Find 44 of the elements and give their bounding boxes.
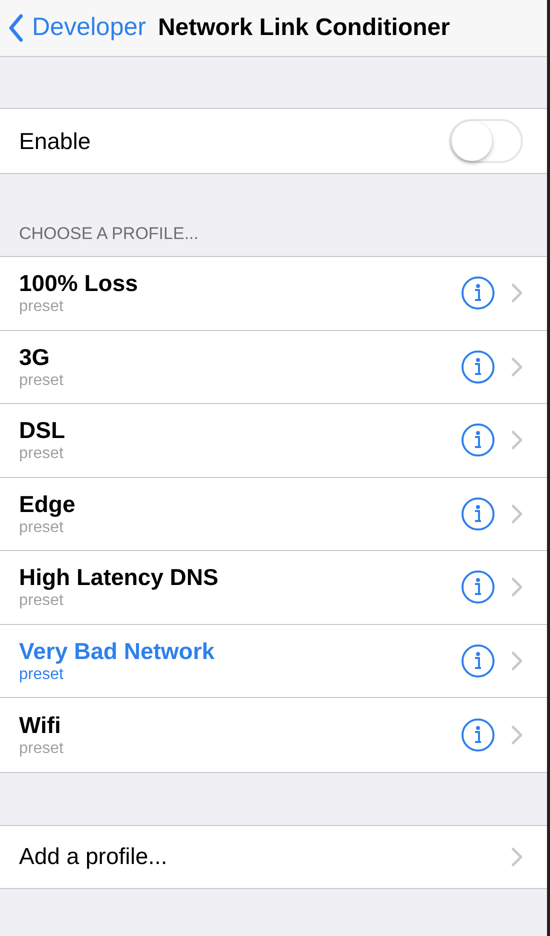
profile-row[interactable]: Edge preset <box>0 478 547 551</box>
info-icon[interactable] <box>461 718 495 752</box>
profile-subtitle: preset <box>19 444 64 464</box>
chevron-icon <box>511 650 523 671</box>
profile-subtitle: preset <box>19 664 64 685</box>
profile-subtitle: preset <box>19 738 64 759</box>
chevron-icon <box>511 430 523 450</box>
profile-subtitle: preset <box>19 297 64 318</box>
enable-label: Enable <box>19 126 91 156</box>
back-chevron-icon <box>8 14 24 42</box>
chevron-icon <box>511 504 523 524</box>
info-icon[interactable] <box>461 644 495 678</box>
info-icon[interactable] <box>461 496 495 531</box>
profile-name: 3G <box>19 342 51 371</box>
back-button[interactable]: Developer <box>8 9 146 47</box>
profile-name: Very Bad Network <box>19 636 216 665</box>
profile-row[interactable]: 100% Loss preset <box>0 257 547 330</box>
profile-row[interactable]: Wifi preset <box>0 698 547 772</box>
profile-row[interactable]: High Latency DNS preset <box>0 551 547 624</box>
info-icon[interactable] <box>461 423 495 458</box>
chevron-icon <box>511 577 523 598</box>
profile-row[interactable]: 3G preset <box>0 330 547 404</box>
chevron-icon <box>511 356 523 377</box>
profile-subtitle: preset <box>19 518 64 538</box>
page-title: Network Link Conditioner <box>158 13 450 43</box>
section-header: CHOOSE A PROFILE... <box>19 222 198 244</box>
chevron-icon <box>511 724 523 745</box>
add-profile-label: Add a profile... <box>19 842 168 872</box>
profile-name: DSL <box>19 416 66 444</box>
chevron-icon <box>511 846 523 866</box>
profile-name: High Latency DNS <box>19 563 220 592</box>
profile-subtitle: preset <box>19 370 64 391</box>
profile-row[interactable]: Very Bad Network preset <box>0 624 547 698</box>
info-icon[interactable] <box>461 350 495 384</box>
chevron-icon <box>511 283 523 304</box>
profile-row[interactable]: DSL preset <box>0 404 547 478</box>
profile-name: Wifi <box>19 710 62 739</box>
profile-subtitle: preset <box>19 591 64 612</box>
add-profile-row[interactable]: Add a profile... <box>0 824 547 888</box>
enable-toggle[interactable] <box>449 119 523 163</box>
profile-name: Edge <box>19 490 76 518</box>
info-icon[interactable] <box>461 570 495 604</box>
info-icon[interactable] <box>461 276 495 310</box>
profile-name: 100% Loss <box>19 269 139 298</box>
